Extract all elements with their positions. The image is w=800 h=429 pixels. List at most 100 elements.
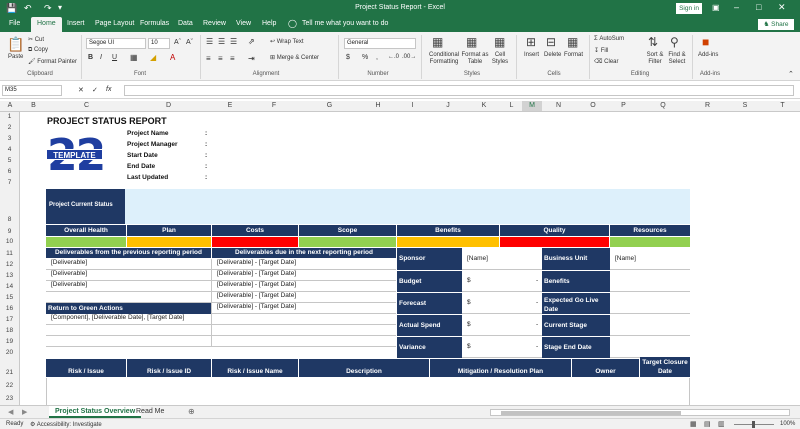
- column-header[interactable]: F: [249, 102, 299, 109]
- paste-icon[interactable]: 📋: [7, 36, 24, 53]
- cell-styles-button[interactable]: Cell Styles: [489, 52, 511, 66]
- page-break-view-icon[interactable]: ▥: [718, 420, 725, 428]
- scroll-left-icon[interactable]: ◀: [8, 408, 13, 416]
- clear-button[interactable]: ⌫ Clear: [594, 58, 619, 65]
- tell-me-search[interactable]: Tell me what you want to do: [302, 20, 388, 27]
- column-header[interactable]: L: [501, 102, 522, 109]
- column-header[interactable]: Q: [636, 102, 690, 109]
- column-header[interactable]: O: [575, 102, 611, 109]
- column-header[interactable]: A: [0, 102, 20, 109]
- collapse-ribbon-icon[interactable]: ⌃: [788, 70, 794, 78]
- fill-color-icon[interactable]: ◢: [150, 53, 156, 62]
- scrollbar-thumb[interactable]: [501, 411, 681, 415]
- insert-function-button[interactable]: fx: [106, 86, 111, 93]
- row-header[interactable]: 8: [0, 216, 19, 223]
- align-left-icon[interactable]: ≡: [206, 54, 211, 63]
- borders-icon[interactable]: ▦: [130, 53, 138, 62]
- tab-help[interactable]: Help: [262, 20, 276, 27]
- column-header[interactable]: I: [396, 102, 429, 109]
- row-header[interactable]: 22: [0, 382, 19, 389]
- indent-icon[interactable]: ⇥: [248, 54, 255, 63]
- align-right-icon[interactable]: ≡: [230, 54, 235, 63]
- maximize-icon[interactable]: □: [756, 2, 761, 12]
- column-header[interactable]: D: [126, 102, 211, 109]
- column-header[interactable]: J: [429, 102, 467, 109]
- accessibility-status[interactable]: ⚙ Accessibility: Investigate: [30, 421, 102, 428]
- tab-home[interactable]: Home: [31, 17, 62, 32]
- currency-button[interactable]: $: [346, 54, 350, 61]
- column-header[interactable]: T: [765, 102, 800, 109]
- row-header[interactable]: 9: [0, 228, 19, 235]
- underline-button[interactable]: U: [112, 54, 117, 61]
- sheet-tab-overview[interactable]: Project Status Overview: [49, 406, 142, 418]
- row-header[interactable]: 15: [0, 294, 19, 301]
- top-align-icon[interactable]: ☰: [206, 37, 213, 46]
- row-header[interactable]: 14: [0, 283, 19, 290]
- column-header[interactable]: R: [690, 102, 725, 109]
- tab-formulas[interactable]: Formulas: [140, 20, 169, 27]
- shrink-font-icon[interactable]: Aˇ: [186, 39, 193, 46]
- font-color-icon[interactable]: A: [170, 53, 175, 62]
- zoom-level[interactable]: 100%: [780, 421, 795, 427]
- fill-button[interactable]: ↧ Fill: [594, 47, 608, 54]
- tab-data[interactable]: Data: [178, 20, 193, 27]
- find-select-button[interactable]: Find & Select: [666, 52, 688, 66]
- column-header[interactable]: C: [47, 102, 126, 109]
- row-header[interactable]: 4: [0, 146, 19, 153]
- worksheet[interactable]: PROJECT STATUS REPORT 22 TEMPLATE Projec…: [20, 112, 800, 405]
- tab-insert[interactable]: Insert: [67, 20, 85, 27]
- format-as-table-button[interactable]: Format as Table: [460, 52, 490, 66]
- page-layout-view-icon[interactable]: ▤: [704, 420, 711, 428]
- row-header[interactable]: 21: [0, 369, 19, 376]
- middle-align-icon[interactable]: ☰: [218, 37, 225, 46]
- enter-icon[interactable]: ✓: [92, 86, 98, 94]
- tab-review[interactable]: Review: [203, 20, 226, 27]
- row-header[interactable]: 16: [0, 305, 19, 312]
- tab-file[interactable]: File: [9, 20, 20, 27]
- insert-cells-button[interactable]: Insert: [524, 52, 539, 58]
- percent-button[interactable]: %: [362, 54, 368, 61]
- copy-button[interactable]: ⧉ Copy: [28, 47, 48, 54]
- bottom-align-icon[interactable]: ☰: [230, 37, 237, 46]
- row-header[interactable]: 5: [0, 157, 19, 164]
- format-cells-button[interactable]: Format: [564, 52, 583, 58]
- paste-button[interactable]: Paste: [8, 54, 23, 60]
- font-size-select[interactable]: 10: [148, 38, 170, 49]
- bold-button[interactable]: B: [88, 54, 93, 61]
- row-header[interactable]: 17: [0, 316, 19, 323]
- grow-font-icon[interactable]: Aˆ: [174, 39, 181, 46]
- sign-in-button[interactable]: Sign in: [676, 3, 702, 14]
- row-header[interactable]: 13: [0, 272, 19, 279]
- column-header[interactable]: H: [360, 102, 396, 109]
- column-header[interactable]: K: [467, 102, 501, 109]
- close-icon[interactable]: ✕: [778, 2, 786, 13]
- add-sheet-icon[interactable]: ⊕: [188, 407, 195, 416]
- row-header[interactable]: 7: [0, 179, 19, 186]
- font-name-select[interactable]: Segoe UI: [86, 38, 146, 49]
- column-header[interactable]: G: [299, 102, 360, 109]
- tab-view[interactable]: View: [236, 20, 251, 27]
- increase-decimal-icon[interactable]: ←.0: [388, 54, 399, 60]
- orientation-icon[interactable]: ⇗: [248, 37, 255, 46]
- formula-input[interactable]: [124, 85, 794, 96]
- comma-button[interactable]: ,: [376, 54, 378, 61]
- scroll-right-icon[interactable]: ▶: [22, 408, 27, 416]
- row-header[interactable]: 23: [0, 395, 19, 402]
- tab-page-layout[interactable]: Page Layout: [95, 20, 134, 27]
- row-header[interactable]: 11: [0, 250, 19, 257]
- cut-button[interactable]: ✂ Cut: [28, 36, 44, 43]
- conditional-formatting-button[interactable]: Conditional Formatting: [426, 52, 462, 66]
- horizontal-scrollbar[interactable]: [490, 409, 790, 416]
- add-ins-button[interactable]: Add-ins: [698, 52, 718, 58]
- row-header[interactable]: 20: [0, 349, 19, 356]
- number-format-select[interactable]: General: [344, 38, 416, 49]
- minimize-icon[interactable]: –: [734, 2, 739, 12]
- column-header[interactable]: P: [611, 102, 636, 109]
- cancel-icon[interactable]: ✕: [78, 86, 84, 94]
- decrease-decimal-icon[interactable]: .00→: [402, 54, 416, 60]
- merge-center-button[interactable]: ⊞ Merge & Center: [270, 54, 319, 61]
- autosum-button[interactable]: Σ AutoSum: [594, 36, 624, 42]
- column-header[interactable]: S: [725, 102, 765, 109]
- row-header[interactable]: 2: [0, 124, 19, 131]
- name-box[interactable]: M35: [2, 85, 62, 96]
